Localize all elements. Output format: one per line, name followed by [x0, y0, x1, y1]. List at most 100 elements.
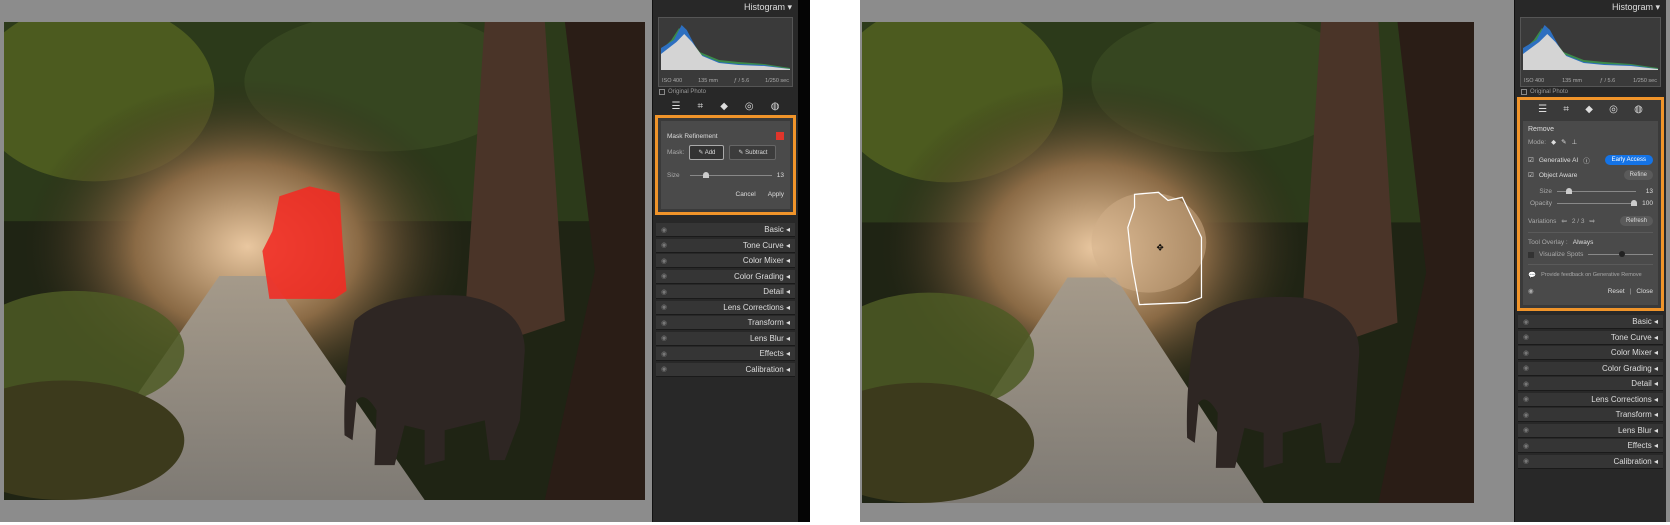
eye-icon[interactable]: ◉	[1523, 364, 1529, 372]
masking-icon[interactable]: ◍	[1634, 104, 1643, 115]
section-basic[interactable]: ◉ Basic ◂	[656, 223, 795, 237]
section-list: ◉ Basic ◂ ◉ Tone Curve ◂ ◉ Color Mixer ◂ ◉ C…	[653, 223, 798, 377]
previous-variation-icon[interactable]: ⇦	[1561, 217, 1566, 225]
mask-refinement-highlight: Mask Refinement Mask: ✎ Add ✎ Subtract Siz…	[655, 115, 796, 215]
opacity-slider[interactable]	[1557, 200, 1638, 206]
size-slider[interactable]	[1557, 188, 1636, 194]
histogram-header[interactable]: Histogram ▾	[1515, 0, 1666, 14]
next-variation-icon[interactable]: ⇨	[1590, 217, 1595, 225]
section-tone-curve[interactable]: ◉ Tone Curve ◂	[1518, 330, 1663, 345]
section-effects[interactable]: ◉ Effects ◂	[656, 347, 795, 361]
eye-icon[interactable]: ◉	[1523, 380, 1529, 388]
refine-button[interactable]: Refine	[1623, 170, 1653, 180]
photo-canvas[interactable]	[4, 22, 645, 500]
cancel-button[interactable]: Cancel	[736, 191, 756, 198]
section-calibration[interactable]: ◉ Calibration ◂	[656, 362, 795, 377]
section-color-grading[interactable]: ◉ Color Grading ◂	[1518, 361, 1663, 376]
visualize-spots-slider[interactable]	[1588, 251, 1653, 257]
section-effects[interactable]: ◉ Effects ◂	[1518, 439, 1663, 453]
section-tone-curve[interactable]: ◉ Tone Curve ◂	[656, 238, 795, 253]
develop-panel: Histogram ▾ ISO 400 135 mm ƒ / 5.6 1/250 se…	[652, 0, 798, 522]
eye-icon[interactable]: ◉	[1523, 457, 1529, 465]
section-color-mixer[interactable]: ◉ Color Mixer ◂	[656, 254, 795, 268]
eye-icon[interactable]: ◉	[661, 272, 667, 280]
section-basic[interactable]: ◉ Basic ◂	[1518, 315, 1663, 329]
right-screenshot: ✥ Histogram ▾ ISO 400 135 mm ƒ / 5.6 1/250 …	[860, 0, 1670, 522]
eye-icon[interactable]: ◉	[1523, 442, 1529, 450]
eye-icon[interactable]: ◉	[1523, 349, 1529, 357]
eye-icon[interactable]: ◉	[661, 226, 667, 234]
eye-icon[interactable]: ◉	[661, 288, 667, 296]
feedback-link[interactable]: Provide feedback on Generative Remove	[1541, 272, 1642, 278]
red-eye-icon[interactable]: ◎	[1609, 104, 1618, 115]
crop-icon[interactable]: ⌗	[698, 101, 704, 112]
eye-icon[interactable]: ◉	[661, 350, 667, 358]
section-transform[interactable]: ◉ Transform ◂	[656, 316, 795, 330]
size-slider[interactable]	[690, 172, 772, 178]
eye-icon[interactable]: ◉	[1523, 333, 1529, 341]
section-detail[interactable]: ◉ Detail ◂	[1518, 377, 1663, 391]
visualize-spots-checkbox[interactable]	[1528, 251, 1534, 258]
histogram: ISO 400 135 mm ƒ / 5.6 1/250 sec	[1520, 17, 1661, 87]
section-lens-blur[interactable]: ◉ Lens Blur ◂	[1518, 423, 1663, 438]
overlay-color-swatch[interactable]	[776, 132, 784, 140]
visibility-icon[interactable]: ◉	[1528, 287, 1534, 295]
eye-icon[interactable]: ◉	[1523, 318, 1529, 326]
clone-mode-icon[interactable]: ⊥	[1572, 138, 1578, 146]
red-eye-icon[interactable]: ◎	[745, 101, 754, 112]
remove-mode-icon[interactable]: ◆	[1551, 138, 1556, 146]
eye-icon[interactable]: ◉	[1523, 411, 1529, 419]
section-color-grading[interactable]: ◉ Color Grading ◂	[656, 269, 795, 284]
histogram-header[interactable]: Histogram ▾	[653, 0, 798, 14]
exif-info: ISO 400 135 mm ƒ / 5.6 1/250 sec	[1524, 78, 1657, 84]
remove-panel: Remove Mode: ◆ ✎ ⊥ ☑ Generative AI ⓘ Early Acc…	[1523, 121, 1658, 305]
reset-button[interactable]: Reset	[1608, 288, 1625, 295]
info-icon[interactable]: ⓘ	[1583, 155, 1590, 165]
object-aware-checkbox[interactable]: ☑	[1528, 171, 1534, 179]
edit-sliders-icon[interactable]: ☰	[672, 101, 681, 112]
exif-info: ISO 400 135 mm ƒ / 5.6 1/250 sec	[662, 78, 789, 84]
eye-icon[interactable]: ◉	[661, 365, 667, 373]
apply-button[interactable]: Apply	[768, 191, 784, 198]
eye-icon[interactable]: ◉	[661, 334, 667, 342]
tool-strip: ☰ ⌗ ◆ ◎ ◍	[1520, 100, 1661, 118]
masking-icon[interactable]: ◍	[771, 101, 780, 112]
tool-overlay-dropdown[interactable]: Always	[1573, 239, 1594, 246]
photo-canvas[interactable]: ✥	[862, 22, 1474, 503]
left-screenshot: Histogram ▾ ISO 400 135 mm ƒ / 5.6 1/250 se…	[0, 0, 810, 522]
refresh-button[interactable]: Refresh	[1619, 216, 1653, 226]
tool-strip: ☰ ⌗ ◆ ◎ ◍	[653, 97, 798, 115]
histogram: ISO 400 135 mm ƒ / 5.6 1/250 sec	[658, 17, 793, 87]
section-list: ◉ Basic ◂ ◉ Tone Curve ◂ ◉ Color Mixer ◂ ◉ C…	[1515, 315, 1666, 469]
eye-icon[interactable]: ◉	[661, 241, 667, 249]
section-lens-blur[interactable]: ◉ Lens Blur ◂	[656, 331, 795, 346]
eye-icon[interactable]: ◉	[1523, 395, 1529, 403]
eye-icon[interactable]: ◉	[661, 319, 667, 327]
section-lens-corrections[interactable]: ◉ Lens Corrections ◂	[1518, 392, 1663, 407]
panel-edge	[798, 0, 810, 522]
eraser-icon[interactable]: ◆	[720, 101, 728, 112]
crop-icon[interactable]: ⌗	[1563, 104, 1569, 115]
heal-mode-icon[interactable]: ✎	[1561, 138, 1566, 146]
eraser-icon[interactable]: ◆	[1585, 104, 1593, 115]
brush-cursor-icon: ✥	[1157, 242, 1165, 252]
section-transform[interactable]: ◉ Transform ◂	[1518, 408, 1663, 422]
add-button[interactable]: ✎ Add	[689, 145, 725, 160]
edit-sliders-icon[interactable]: ☰	[1538, 104, 1547, 115]
subtract-button[interactable]: ✎ Subtract	[729, 145, 777, 160]
mask-refinement-panel: Mask Refinement Mask: ✎ Add ✎ Subtract Siz…	[661, 121, 790, 209]
eye-icon[interactable]: ◉	[1523, 426, 1529, 434]
section-detail[interactable]: ◉ Detail ◂	[656, 285, 795, 299]
original-photo-checkbox[interactable]: Original Photo	[653, 87, 798, 97]
section-calibration[interactable]: ◉ Calibration ◂	[1518, 454, 1663, 469]
generative-ai-checkbox[interactable]: ☑	[1528, 156, 1534, 164]
section-color-mixer[interactable]: ◉ Color Mixer ◂	[1518, 346, 1663, 360]
develop-panel: Histogram ▾ ISO 400 135 mm ƒ / 5.6 1/250 se…	[1514, 0, 1666, 522]
section-lens-corrections[interactable]: ◉ Lens Corrections ◂	[656, 300, 795, 315]
feedback-icon: 💬	[1528, 272, 1537, 279]
early-access-badge: Early Access	[1604, 155, 1653, 165]
original-photo-checkbox[interactable]: Original Photo	[1515, 87, 1666, 97]
close-button[interactable]: Close	[1636, 288, 1653, 295]
eye-icon[interactable]: ◉	[661, 257, 667, 265]
eye-icon[interactable]: ◉	[661, 303, 667, 311]
